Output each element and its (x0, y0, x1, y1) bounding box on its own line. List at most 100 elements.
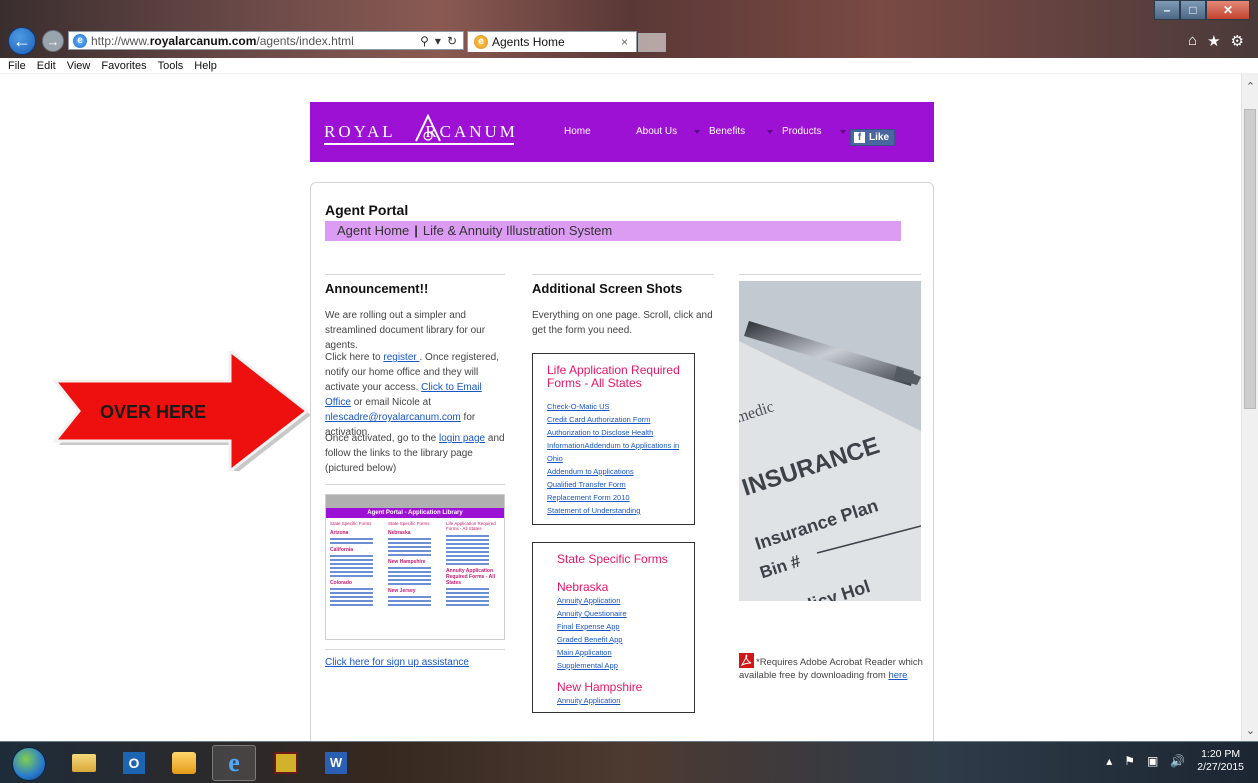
thumb-state: California (330, 547, 354, 553)
thumb-state: New Jersey (388, 588, 416, 594)
column-divider (739, 274, 921, 275)
address-bar[interactable]: e http://www.royalarcanum.com/agents/ind… (68, 31, 464, 50)
maximize-button[interactable]: □ (1180, 0, 1206, 20)
tab-favicon: e (474, 35, 488, 49)
browser-titlebar: ← → e http://www.royalarcanum.com/agents… (0, 0, 1258, 58)
new-tab-button[interactable] (638, 33, 666, 52)
email-nicole-link[interactable]: nlescadre@royalarcanum.com (325, 412, 461, 423)
page-title: Agent Portal (325, 202, 409, 218)
tab-agent-home[interactable]: Agent Home (337, 223, 409, 238)
form-link[interactable]: Credit Card Authorization Form (547, 413, 694, 426)
form-link[interactable]: Graded Benefit App (557, 633, 694, 646)
favorites-star-icon[interactable]: ★ (1207, 32, 1220, 50)
form-link[interactable]: InformationAddendum to Applications in (547, 439, 694, 452)
scroll-down-icon[interactable]: ⌄ (1242, 724, 1258, 737)
form-link[interactable]: Annuity Application (557, 694, 694, 707)
network-icon[interactable]: ▣ (1147, 754, 1158, 768)
nav-products[interactable]: Products (782, 126, 821, 137)
close-window-button[interactable]: ✕ (1206, 0, 1250, 20)
thumb-header (326, 495, 504, 508)
form-link[interactable]: Check-O-Matic US (547, 400, 694, 413)
system-clock[interactable]: 1:20 PM 2/27/2015 (1197, 748, 1244, 774)
column-divider (325, 484, 505, 485)
home-icon[interactable]: ⌂ (1188, 32, 1197, 50)
screenshots-heading: Additional Screen Shots (532, 281, 683, 296)
forward-button[interactable]: → (42, 30, 64, 52)
tab-agents-home[interactable]: e Agents Home × (467, 31, 637, 52)
menu-tools[interactable]: Tools (158, 58, 184, 73)
network-app-taskbar-icon[interactable] (264, 745, 308, 781)
nav-about-us[interactable]: About Us (636, 126, 677, 137)
announcement-login-paragraph: Once activated, go to the login page and… (325, 433, 505, 474)
like-label: Like (869, 132, 890, 143)
column-divider (532, 274, 714, 275)
over-here-label: OVER HERE (100, 402, 206, 422)
acrobat-download-link[interactable]: here (888, 670, 907, 681)
life-forms-title: Life Application Required Forms - All St… (547, 363, 680, 390)
settings-gear-icon[interactable]: ⚙ (1231, 32, 1244, 50)
thumb-state: Nebraska (388, 530, 411, 536)
state-new-hampshire: New Hampshire (557, 680, 643, 694)
minimize-button[interactable]: – (1154, 0, 1180, 20)
action-center-flag-icon[interactable]: ⚑ (1124, 754, 1135, 768)
form-link[interactable]: Annuity Questionaire (557, 607, 694, 620)
scroll-up-icon[interactable]: ⌃ (1242, 80, 1258, 93)
thumb-state: Arizona (330, 530, 349, 536)
page-viewport: ROYAL RCANUM Home About Us Benefits Prod… (0, 74, 1241, 741)
form-link[interactable]: Addendum to Applications (547, 465, 694, 478)
thumb-state: Colorado (330, 580, 352, 586)
form-link[interactable]: Main Application (557, 646, 694, 659)
tab-illustration-system[interactable]: Life & Annuity Illustration System (423, 223, 612, 238)
menu-help[interactable]: Help (194, 58, 217, 73)
menu-view[interactable]: View (67, 58, 91, 73)
form-link[interactable]: Authorization to Disclose Health (547, 426, 694, 439)
thumb-state: New Hampshire (388, 559, 426, 565)
internet-explorer-taskbar-icon[interactable]: e (212, 745, 256, 781)
back-arrow-icon: ← (13, 30, 31, 51)
form-link[interactable]: Supplemental App (557, 659, 694, 672)
menu-favorites[interactable]: Favorites (101, 58, 146, 73)
window-controls: – □ ✕ (1154, 0, 1250, 20)
thumb-state: Annuity Application Required Forms - All… (446, 568, 495, 586)
acrobat-note: *Requires Adobe Acrobat Reader which ava… (739, 653, 929, 682)
register-link[interactable]: register (383, 352, 419, 363)
windows-taskbar: O e W ▴ ⚑ ▣ 🔊 1:20 PM 2/27/2015 (0, 741, 1258, 783)
back-button[interactable]: ← (8, 27, 36, 55)
thumb-col-heading: State Specific Forms (330, 521, 372, 526)
dropdown-icon[interactable]: ▾ (435, 34, 441, 48)
signup-assistance-link[interactable]: Click here for sign up assistance (325, 657, 469, 668)
form-link[interactable]: Qualified Transfer Form (547, 478, 694, 491)
tray-expand-icon[interactable]: ▴ (1106, 754, 1112, 768)
form-link[interactable]: Annuity Application (557, 594, 694, 607)
search-icon[interactable]: ⚲ (420, 34, 429, 48)
scroll-thumb[interactable] (1244, 109, 1256, 409)
over-here-arrow: OVER HERE (51, 351, 311, 471)
nav-dropdown-icon (767, 130, 773, 134)
facebook-like-button[interactable]: f Like (850, 129, 896, 146)
nav-dropdown-icon (694, 130, 700, 134)
address-url[interactable]: http://www.royalarcanum.com/agents/index… (91, 34, 420, 48)
form-link[interactable]: Ohio (547, 452, 694, 465)
menu-edit[interactable]: Edit (37, 58, 56, 73)
nav-home[interactable]: Home (564, 126, 591, 137)
login-page-link[interactable]: login page (439, 433, 485, 444)
column-divider (325, 649, 505, 650)
menu-file[interactable]: File (8, 58, 26, 73)
file-explorer-taskbar-icon[interactable] (62, 745, 106, 781)
form-link[interactable]: Statement of Understanding (547, 504, 694, 517)
nav-benefits[interactable]: Benefits (709, 126, 745, 137)
word-taskbar-icon[interactable]: W (314, 745, 358, 781)
logo-underline (324, 143, 514, 145)
form-link[interactable]: Final Expense App (557, 620, 694, 633)
tab-close-icon[interactable]: × (621, 35, 636, 49)
refresh-icon[interactable]: ↻ (447, 34, 457, 48)
clock-date: 2/27/2015 (1197, 761, 1244, 773)
form-link[interactable]: Replacement Form 2010 (547, 491, 694, 504)
forward-arrow-icon: → (46, 33, 60, 49)
volume-icon[interactable]: 🔊 (1170, 754, 1185, 768)
state-forms-box: State Specific Forms Nebraska Annuity Ap… (532, 542, 695, 713)
outlook-taskbar-icon[interactable]: O (112, 745, 156, 781)
vertical-scrollbar[interactable]: ⌃ ⌄ (1241, 74, 1258, 741)
start-button[interactable] (12, 747, 46, 781)
mail-taskbar-icon[interactable] (162, 745, 206, 781)
